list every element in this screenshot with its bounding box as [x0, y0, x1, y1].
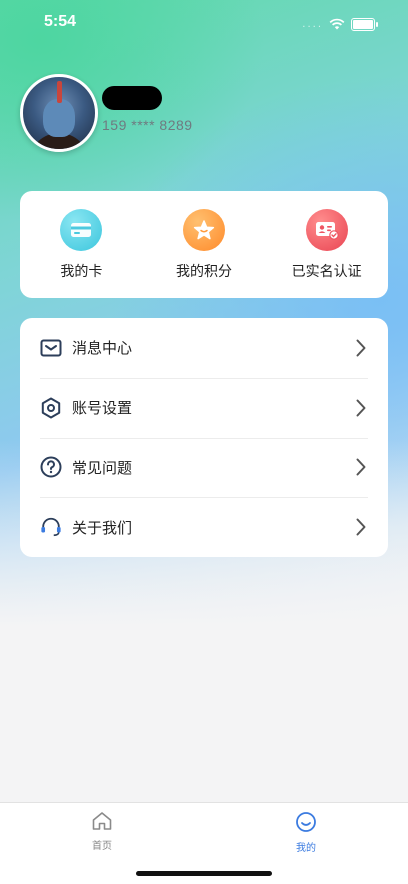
tab-mine[interactable]: 我的: [276, 811, 336, 854]
tab-home-label: 首页: [92, 841, 112, 852]
chevron-right-icon: [354, 457, 368, 477]
headset-icon: [40, 516, 62, 538]
status-icons: ....: [302, 15, 378, 34]
redacted-username: [102, 86, 162, 110]
battery-nub: [376, 22, 378, 27]
settings-icon: [40, 397, 62, 419]
my-card-button[interactable]: 我的卡: [26, 208, 136, 281]
card-icon: [60, 208, 103, 251]
my-points-label: 我的积分: [175, 263, 232, 280]
menu-item-about-us[interactable]: 关于我们: [20, 497, 388, 557]
star-icon: [182, 208, 225, 251]
menu-item-faq[interactable]: 常见问题: [20, 437, 388, 498]
chevron-right-icon: [354, 338, 368, 358]
menu-item-account-settings[interactable]: 账号设置: [20, 377, 388, 438]
my-points-button[interactable]: 我的积分: [149, 208, 259, 281]
id-verified-icon: [305, 208, 348, 251]
verified-label: 已实名认证: [291, 263, 362, 280]
chevron-right-icon: [354, 398, 368, 418]
signal-dots: ....: [302, 19, 323, 30]
menu-list: 消息中心 账号设置 常见问题 关于我们: [20, 318, 388, 557]
message-icon: [40, 337, 62, 359]
phone-number: 159 **** 8289: [102, 117, 193, 133]
bottom-tab-bar: 首页 我的: [0, 802, 408, 884]
wifi-icon: [329, 15, 345, 34]
home-indicator: [136, 871, 272, 876]
menu-label-account-settings: 账号设置: [72, 399, 133, 418]
tab-mine-label: 我的: [296, 843, 316, 854]
battery-icon: [351, 18, 375, 31]
chevron-right-icon: [354, 517, 368, 537]
quick-actions-card: 我的卡 我的积分 已实名认证: [20, 191, 388, 298]
status-bar: 5:54 ....: [0, 0, 408, 46]
smile-icon: [295, 811, 317, 837]
menu-item-messages[interactable]: 消息中心: [20, 318, 388, 378]
avatar[interactable]: [20, 74, 98, 152]
my-card-label: 我的卡: [60, 263, 103, 280]
home-icon: [91, 811, 113, 835]
verified-button[interactable]: 已实名认证: [272, 208, 382, 281]
menu-label-faq: 常见问题: [72, 458, 133, 477]
menu-label-about-us: 关于我们: [72, 518, 133, 537]
tab-home[interactable]: 首页: [72, 811, 132, 852]
menu-label-messages: 消息中心: [72, 339, 133, 358]
question-icon: [40, 456, 62, 478]
status-time: 5:54: [44, 13, 77, 30]
profile-section: 159 **** 8289: [20, 74, 390, 154]
